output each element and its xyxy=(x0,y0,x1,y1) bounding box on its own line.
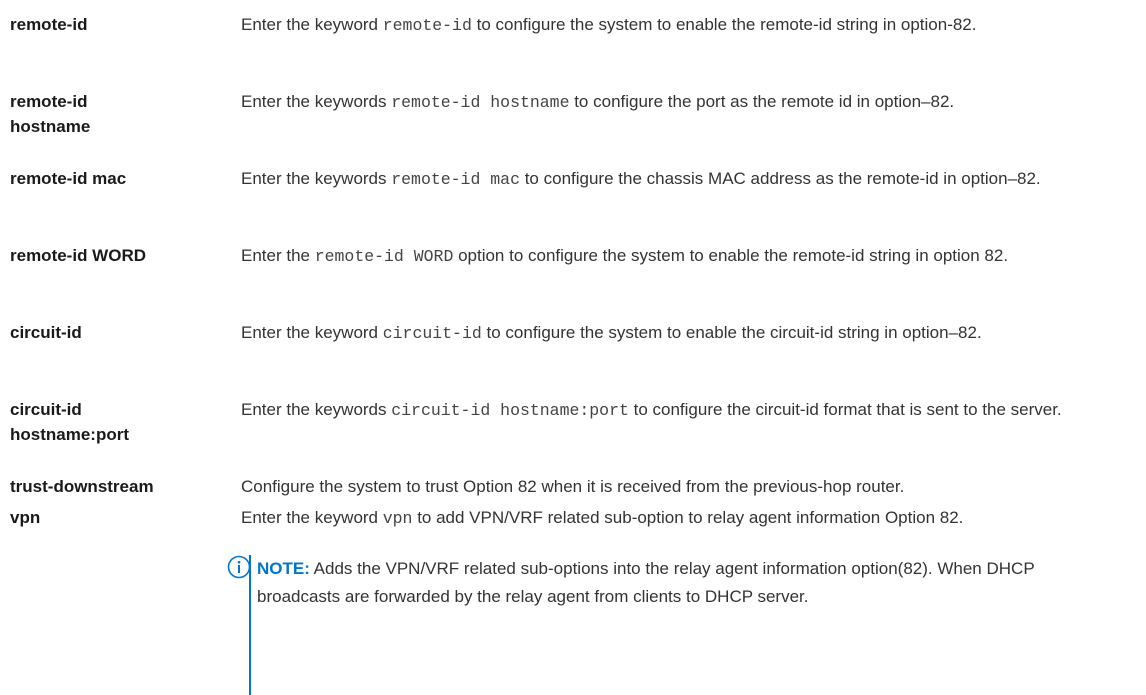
desc-text: Enter the keyword xyxy=(241,508,383,527)
param-description: Enter the keywords remote-id hostname to… xyxy=(241,89,1136,115)
code-keyword: remote-id hostname xyxy=(391,93,570,112)
parameter-list: remote-id Enter the keyword remote-id to… xyxy=(0,0,1146,695)
code-keyword: remote-id WORD xyxy=(314,247,454,266)
param-description: Configure the system to trust Option 82 … xyxy=(241,474,1136,500)
desc-text: Enter the xyxy=(241,246,315,265)
code-keyword: circuit-id hostname:port xyxy=(391,401,629,420)
desc-text: Enter the keywords xyxy=(241,400,392,419)
param-term: vpn xyxy=(10,508,41,527)
param-term: remote-id WORD xyxy=(10,246,146,265)
desc-text: Enter the keywords xyxy=(241,92,392,111)
param-term: remote-id xyxy=(10,15,88,34)
param-term: circuit-id xyxy=(10,323,82,342)
note-label: NOTE: xyxy=(257,559,310,578)
param-term: circuit-id hostname:port xyxy=(10,400,129,444)
param-description: Enter the keyword circuit-id to configur… xyxy=(241,320,1136,346)
param-term: trust-downstream xyxy=(10,477,154,496)
code-keyword: remote-id xyxy=(382,16,472,35)
desc-text: to configure the system to enable the re… xyxy=(471,15,977,34)
param-description: Enter the keyword vpn to add VPN/VRF rel… xyxy=(241,505,1136,531)
desc-text: Enter the keyword xyxy=(241,15,383,34)
note-accent-bar xyxy=(249,555,251,695)
desc-text: Enter the keywords xyxy=(241,169,392,188)
param-description: Enter the keywords remote-id mac to conf… xyxy=(241,166,1136,192)
desc-text: to configure the port as the remote id i… xyxy=(569,92,955,111)
desc-text: to configure the circuit-id format that … xyxy=(628,400,1062,419)
note-callout: NOTE: Adds the VPN/VRF related sub-optio… xyxy=(227,555,1137,695)
note-body: NOTE: Adds the VPN/VRF related sub-optio… xyxy=(257,555,1117,611)
desc-text: to configure the system to enable the ci… xyxy=(481,323,982,342)
desc-text: to configure the chassis MAC address as … xyxy=(519,169,1041,188)
code-keyword: remote-id mac xyxy=(391,170,520,189)
desc-text: Enter the keyword xyxy=(241,323,383,342)
param-description: Enter the keyword remote-id to configure… xyxy=(241,12,1136,38)
param-description: Enter the keywords circuit-id hostname:p… xyxy=(241,397,1136,423)
param-term: remote-id hostname xyxy=(10,92,91,136)
code-keyword: vpn xyxy=(382,509,413,528)
info-icon xyxy=(227,555,251,579)
param-term: remote-id mac xyxy=(10,169,127,188)
code-keyword: circuit-id xyxy=(382,324,482,343)
desc-text: to add VPN/VRF related sub-option to rel… xyxy=(412,508,964,527)
note-text: Adds the VPN/VRF related sub-options int… xyxy=(257,559,1035,606)
param-description: Enter the remote-id WORD option to confi… xyxy=(241,243,1136,269)
desc-text: Configure the system to trust Option 82 … xyxy=(241,477,905,496)
desc-text: option to configure the system to enable… xyxy=(453,246,1009,265)
